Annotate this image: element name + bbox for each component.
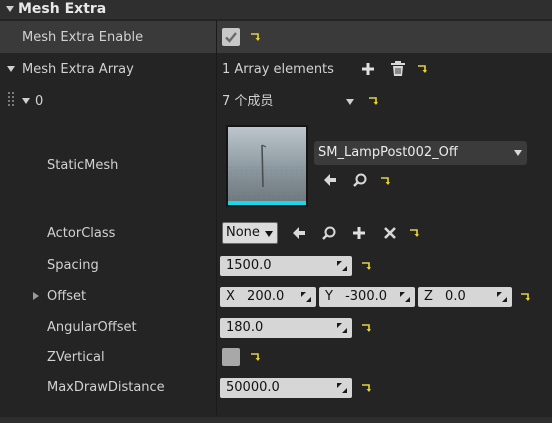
reset-to-default-icon[interactable] xyxy=(520,292,530,302)
mesh-extra-enable-label: Mesh Extra Enable xyxy=(22,30,144,45)
reset-to-default-icon[interactable] xyxy=(361,261,371,271)
reset-to-default-icon[interactable] xyxy=(409,228,419,238)
use-selected-arrow-icon[interactable] xyxy=(291,225,307,241)
spacing-input[interactable]: 1500.0 xyxy=(220,256,352,276)
drag-handle-icon[interactable] xyxy=(8,92,16,106)
add-element-button[interactable] xyxy=(360,61,376,77)
z-vertical-checkbox[interactable] xyxy=(222,348,240,366)
use-selected-arrow-icon[interactable] xyxy=(322,172,338,188)
offset-z-value: 0.0 xyxy=(445,289,466,304)
spin-drag-icon[interactable] xyxy=(399,291,411,303)
category-title: Mesh Extra xyxy=(18,1,107,17)
spin-drag-icon[interactable] xyxy=(336,382,348,394)
trash-icon[interactable] xyxy=(390,60,406,76)
collapse-arrow-icon[interactable] xyxy=(7,66,15,72)
collapse-arrow-icon[interactable] xyxy=(22,98,30,104)
reset-to-default-icon[interactable] xyxy=(417,64,427,74)
browse-search-icon[interactable] xyxy=(321,225,337,241)
offset-y-input[interactable]: Y -300.0 xyxy=(319,287,415,307)
clear-x-icon[interactable] xyxy=(382,225,398,241)
offset-z-input[interactable]: Z 0.0 xyxy=(418,287,512,307)
actor-class-label: ActorClass xyxy=(47,226,116,241)
add-icon[interactable] xyxy=(351,225,367,241)
offset-y-axis-label: Y xyxy=(325,289,333,304)
reset-to-default-icon[interactable] xyxy=(250,352,260,362)
angular-offset-input[interactable]: 180.0 xyxy=(220,318,352,338)
dropdown-arrow-icon xyxy=(265,231,273,237)
offset-y-value: -300.0 xyxy=(345,289,388,304)
static-mesh-thumbnail[interactable] xyxy=(226,125,308,207)
static-mesh-asset-picker[interactable]: SM_LampPost002_Off xyxy=(314,141,527,165)
mesh-extra-enable-checkbox[interactable] xyxy=(222,28,240,46)
reset-to-default-icon[interactable] xyxy=(361,383,371,393)
actor-class-dropdown[interactable]: None xyxy=(222,222,278,244)
array-element-index: 0 xyxy=(35,94,44,109)
spin-drag-icon[interactable] xyxy=(336,260,348,272)
mesh-extra-array-label: Mesh Extra Array xyxy=(22,62,134,77)
z-vertical-label: ZVertical xyxy=(47,350,105,365)
angular-offset-value: 180.0 xyxy=(226,320,264,335)
expand-arrow-icon[interactable] xyxy=(33,292,39,300)
reset-to-default-icon[interactable] xyxy=(368,96,378,106)
max-draw-distance-label: MaxDrawDistance xyxy=(47,380,165,395)
collapse-arrow-icon[interactable] xyxy=(6,6,14,12)
offset-label: Offset xyxy=(47,289,87,304)
dropdown-arrow-icon[interactable] xyxy=(346,99,354,105)
actor-class-value: None xyxy=(226,225,260,240)
offset-x-input[interactable]: X 200.0 xyxy=(220,287,316,307)
offset-x-value: 200.0 xyxy=(247,289,285,304)
spin-drag-icon[interactable] xyxy=(336,322,348,334)
angular-offset-label: AngularOffset xyxy=(47,320,137,335)
spacing-value: 1500.0 xyxy=(226,258,272,273)
spin-drag-icon[interactable] xyxy=(300,291,312,303)
dropdown-arrow-icon xyxy=(514,150,522,156)
static-mesh-asset-name: SM_LampPost002_Off xyxy=(318,145,458,160)
mesh-preview-image xyxy=(228,127,306,205)
reset-to-default-icon[interactable] xyxy=(380,176,390,186)
browse-search-icon[interactable] xyxy=(352,172,368,188)
checkmark-icon xyxy=(225,32,237,43)
static-mesh-label: StaticMesh xyxy=(47,158,119,173)
array-element-count: 1 Array elements xyxy=(222,62,334,77)
offset-z-axis-label: Z xyxy=(424,289,433,304)
reset-to-default-icon[interactable] xyxy=(361,323,371,333)
reset-to-default-icon[interactable] xyxy=(250,32,260,42)
spin-drag-icon[interactable] xyxy=(496,291,508,303)
column-divider[interactable] xyxy=(216,20,217,415)
horizontal-scrollbar[interactable] xyxy=(0,417,552,423)
offset-x-axis-label: X xyxy=(226,289,235,304)
spacing-label: Spacing xyxy=(47,258,99,273)
max-draw-distance-value: 50000.0 xyxy=(226,380,280,395)
max-draw-distance-input[interactable]: 50000.0 xyxy=(220,378,352,398)
struct-members-count: 7 个成员 xyxy=(222,94,274,109)
